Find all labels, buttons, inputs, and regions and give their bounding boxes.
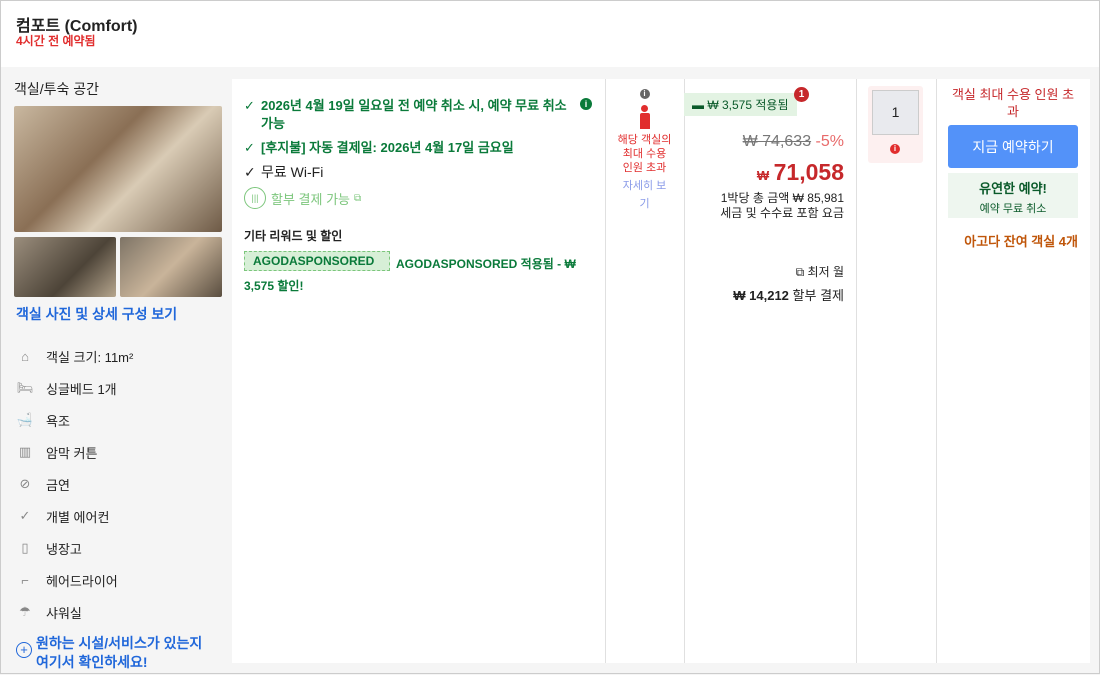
recent-booking-notice: 4시간 전 예약됨 [16, 34, 96, 48]
ticket-icon: ▬ [692, 98, 704, 112]
currency-symbol: ₩ [756, 168, 770, 183]
person-icon [639, 105, 650, 129]
benefit-text: 무료 Wi-Fi [261, 164, 324, 180]
room-offer-panel: ✓ 2026년 4월 19일 일요일 전 예약 취소 시, 예약 무료 취소 가능… [232, 79, 1090, 663]
facility-label: 헤어드라이어 [46, 573, 118, 589]
discount-percent: -5% [815, 133, 844, 150]
final-price: 71,058 [773, 159, 844, 185]
bed-icon: 🛏 [16, 380, 34, 395]
coupon-badge-text: ₩ 3,575 적용됨 [707, 98, 789, 112]
original-price-row: ₩ 74,633 -5% [743, 133, 844, 151]
facility-item: ✓ 개별 에어컨 [14, 505, 110, 527]
facility-label: 냉장고 [46, 541, 82, 557]
info-icon[interactable]: i [639, 89, 650, 99]
curtain-icon: ▥ [18, 444, 32, 459]
error-icon: i [890, 144, 900, 154]
check-icon: ✓ [244, 164, 256, 180]
coupon-badge: ▬ ₩ 3,575 적용됨 [684, 93, 797, 116]
coupon-text: AGODASPONSORED 적용됨 - ₩ 3,575 할인! [244, 257, 576, 293]
external-link-icon: ⧉ [353, 192, 362, 204]
occupancy-warning: 해당 객실의 최대 수용 인원 초과 [617, 134, 672, 174]
fridge-icon: ▯ [21, 540, 29, 555]
benefit-text: 2026년 4월 19일 일요일 전 예약 취소 시, 예약 무료 취소 가능 [261, 98, 567, 131]
info-icon[interactable]: i [580, 98, 592, 110]
room-photo-thumb[interactable] [120, 237, 222, 297]
price-details: 1박당 총 금액 ₩ 85,981 세금 및 수수료 포함 요금 [720, 191, 844, 221]
facility-item: 🛁 욕조 [14, 409, 70, 431]
no-smoking-icon: ⊘ [19, 476, 31, 491]
tax-note: 세금 및 수수료 포함 요금 [720, 206, 844, 220]
facility-label: 샤워실 [46, 605, 82, 621]
installment-icon: ||| [244, 187, 266, 209]
facility-item: 🛏 싱글베드 1개 [14, 377, 117, 399]
shower-icon: ☂ [19, 604, 31, 619]
rewards-title: 기타 리워드 및 할인 [244, 229, 343, 243]
facility-label: 금연 [46, 477, 70, 493]
room-size-icon: ⌂ [21, 348, 29, 364]
installment-link[interactable]: ||| 할부 결제 가능 ⧉ [244, 187, 361, 209]
flex-subtitle: 예약 무료 취소 [979, 203, 1047, 215]
divider [936, 79, 937, 663]
benefit-text: [후지불] 자동 결제일: 2026년 4월 17일 금요일 [261, 140, 514, 155]
facility-label: 싱글베드 1개 [46, 381, 117, 397]
aircon-icon: ✓ [19, 508, 31, 523]
benefit-pay-later: ✓ [후지불] 자동 결제일: 2026년 4월 17일 금요일 [244, 139, 584, 157]
check-icon: ✓ [244, 140, 255, 155]
facility-label: 암막 커튼 [46, 445, 98, 461]
benefit-free-cancel: ✓ 2026년 4월 19일 일요일 전 예약 취소 시, 예약 무료 취소 가능 [244, 97, 584, 133]
room-quantity-box: 1 i [868, 86, 923, 163]
room-photo-main[interactable] [14, 106, 222, 232]
room-quantity-select[interactable]: 1 [872, 90, 919, 135]
facility-label: 욕조 [46, 413, 70, 429]
check-icon: ✓ [244, 98, 255, 113]
room-header: 컴포트 (Comfort) 4시간 전 예약됨 [1, 1, 1099, 67]
room-photo-thumb[interactable] [14, 237, 116, 297]
price-column: ▬ ₩ 3,575 적용됨 1 ₩ 74,633 -5% ₩ 71,058 1박… [684, 79, 856, 379]
monthly-payment: ₩ 14,212 할부 결제 [733, 285, 844, 304]
link-line: 여기서 확인하세요! [36, 654, 148, 670]
over-capacity-notice: 객실 최대 수용 인원 초과 [951, 87, 1075, 119]
room-photos-link[interactable]: 객실 사진 및 상세 구성 보기 [16, 304, 177, 324]
divider [856, 79, 857, 663]
facility-item: ⌂ 객실 크기: 11m² [14, 345, 133, 367]
hairdryer-icon: ⌐ [21, 572, 29, 588]
plus-circle-icon: + [16, 642, 32, 658]
monthly-label: 최저 월 [807, 265, 844, 279]
facility-item: ⊘ 금연 [14, 473, 70, 495]
notification-badge: 1 [794, 87, 809, 102]
monthly-amount: ₩ 14,212 [733, 288, 789, 303]
facility-label: 객실 크기: 11m² [46, 349, 134, 365]
flex-title: 유연한 예약! [979, 181, 1047, 196]
facility-label: 개별 에어컨 [46, 509, 110, 525]
remaining-rooms: 아고다 잔여 객실 4개 [964, 234, 1078, 249]
facility-item: ☂ 샤워실 [14, 601, 82, 623]
book-now-button[interactable]: 지금 예약하기 [948, 125, 1078, 168]
benefit-wifi: ✓ 무료 Wi-Fi [244, 163, 584, 181]
external-link-icon: ⧉ [795, 265, 805, 279]
room-info-column: 객실/투숙 공간 객실 사진 및 상세 구성 보기 ⌂ 객실 크기: 11m² 🛏 싱… [1, 67, 231, 675]
per-night-total: 1박당 총 금액 ₩ 85,981 [720, 191, 844, 205]
original-price: ₩ 74,633 [742, 133, 812, 150]
facility-search-link[interactable]: + 원하는 시설/서비스가 있는지여기서 확인하세요! [16, 634, 202, 672]
bathtub-icon: 🛁 [16, 412, 34, 427]
facility-item: ▥ 암막 커튼 [14, 441, 98, 463]
monthly-suffix: 할부 결제 [792, 288, 844, 303]
monthly-label-row[interactable]: ⧉ 최저 월 [796, 263, 844, 280]
section-title: 객실/투숙 공간 [14, 81, 100, 97]
final-price-row: ₩ 71,058 [757, 159, 844, 186]
installment-text: 할부 결제 가능 [271, 191, 350, 207]
link-line: 원하는 시설/서비스가 있는지 [36, 635, 203, 651]
facility-item: ⌐ 헤어드라이어 [14, 569, 118, 591]
details-link[interactable]: 자세히 보기 [605, 175, 684, 213]
facility-item: ▯ 냉장고 [14, 537, 82, 559]
occupancy-column: i 해당 객실의 최대 수용 인원 초과 자세히 보기 [605, 89, 684, 213]
flexible-booking-box: 유연한 예약! 예약 무료 취소 [948, 173, 1078, 218]
